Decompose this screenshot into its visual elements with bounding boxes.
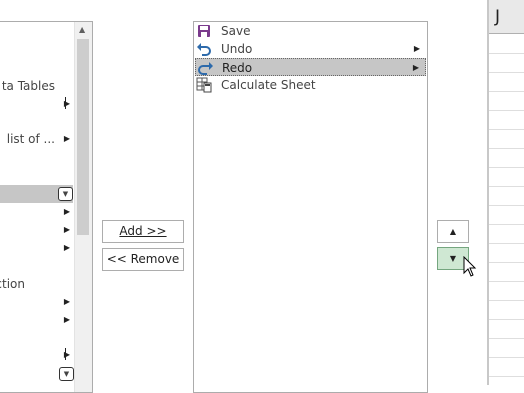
calculate-sheet-icon [196, 77, 212, 93]
list-item[interactable]: ction [0, 275, 73, 293]
grid-line [489, 300, 524, 301]
submenu-arrow-icon: ▶ [63, 315, 70, 324]
worksheet-grid: J [487, 0, 524, 385]
list-item-undo[interactable]: Undo ▶ [195, 40, 426, 58]
submenu-arrow-icon: ▶ [412, 63, 419, 72]
move-up-button[interactable]: ▲ [437, 220, 469, 243]
mouse-cursor-icon [463, 256, 477, 277]
scrollbar-thumb[interactable] [77, 39, 89, 235]
grid-line [489, 72, 524, 73]
remove-button[interactable]: << Remove [102, 248, 184, 271]
redo-icon [197, 60, 213, 76]
list-item[interactable]: ▶ [0, 293, 73, 311]
grid-line [489, 110, 524, 111]
submenu-arrow-icon: ▶ [63, 99, 70, 108]
grid-line [489, 148, 524, 149]
grid-line [489, 224, 524, 225]
list-item[interactable]: ▶ [0, 239, 73, 257]
grid-line [489, 281, 524, 282]
undo-icon [196, 41, 212, 57]
grid-line [489, 167, 524, 168]
grid-line [489, 205, 524, 206]
list-item[interactable]: list of ... ▶ [0, 130, 73, 148]
available-commands-list[interactable]: ta Tables ▶ list of ...▶ ▼ ▶ ▶ ▶ ction ▶… [0, 21, 93, 393]
grid-line [489, 91, 524, 92]
column-header: J [489, 0, 524, 34]
list-item-save[interactable]: Save [195, 22, 426, 40]
list-item-selected[interactable]: ▼ [0, 185, 73, 203]
grid-line [489, 376, 524, 377]
vertical-scrollbar[interactable]: ▲ [74, 22, 92, 392]
submenu-arrow-icon: ▶ [63, 225, 70, 234]
grid-line [489, 338, 524, 339]
grid-line [489, 357, 524, 358]
list-item[interactable]: ta Tables [0, 77, 73, 95]
dropdown-icon: ▼ [58, 187, 73, 201]
submenu-arrow-icon: ▶ [63, 297, 70, 306]
list-item-redo[interactable]: Redo ▶ [195, 58, 426, 76]
grid-line [489, 319, 524, 320]
dropdown-icon: ▼ [59, 367, 74, 381]
save-icon [196, 23, 212, 39]
scroll-up-icon[interactable]: ▲ [79, 25, 85, 34]
list-item[interactable]: ▶ [0, 203, 73, 221]
submenu-arrow-icon: ▶ [63, 207, 70, 216]
grid-line [489, 53, 524, 54]
submenu-arrow-icon: ▶ [63, 243, 70, 252]
submenu-arrow-icon: ▶ [413, 44, 420, 53]
grid-line [489, 243, 524, 244]
list-item[interactable]: ▶ [0, 311, 73, 329]
list-item[interactable]: ▶ [0, 221, 73, 239]
grid-line [489, 186, 524, 187]
list-item-calculate-sheet[interactable]: Calculate Sheet [195, 76, 426, 94]
grid-line [489, 262, 524, 263]
submenu-arrow-icon: ▶ [63, 350, 70, 359]
grid-line [489, 129, 524, 130]
submenu-arrow-icon: ▶ [63, 134, 70, 143]
quick-access-commands-list[interactable]: Save Undo ▶ Redo ▶ Calculate Sheet [193, 21, 428, 393]
add-button[interactable]: Add >> [102, 220, 184, 243]
